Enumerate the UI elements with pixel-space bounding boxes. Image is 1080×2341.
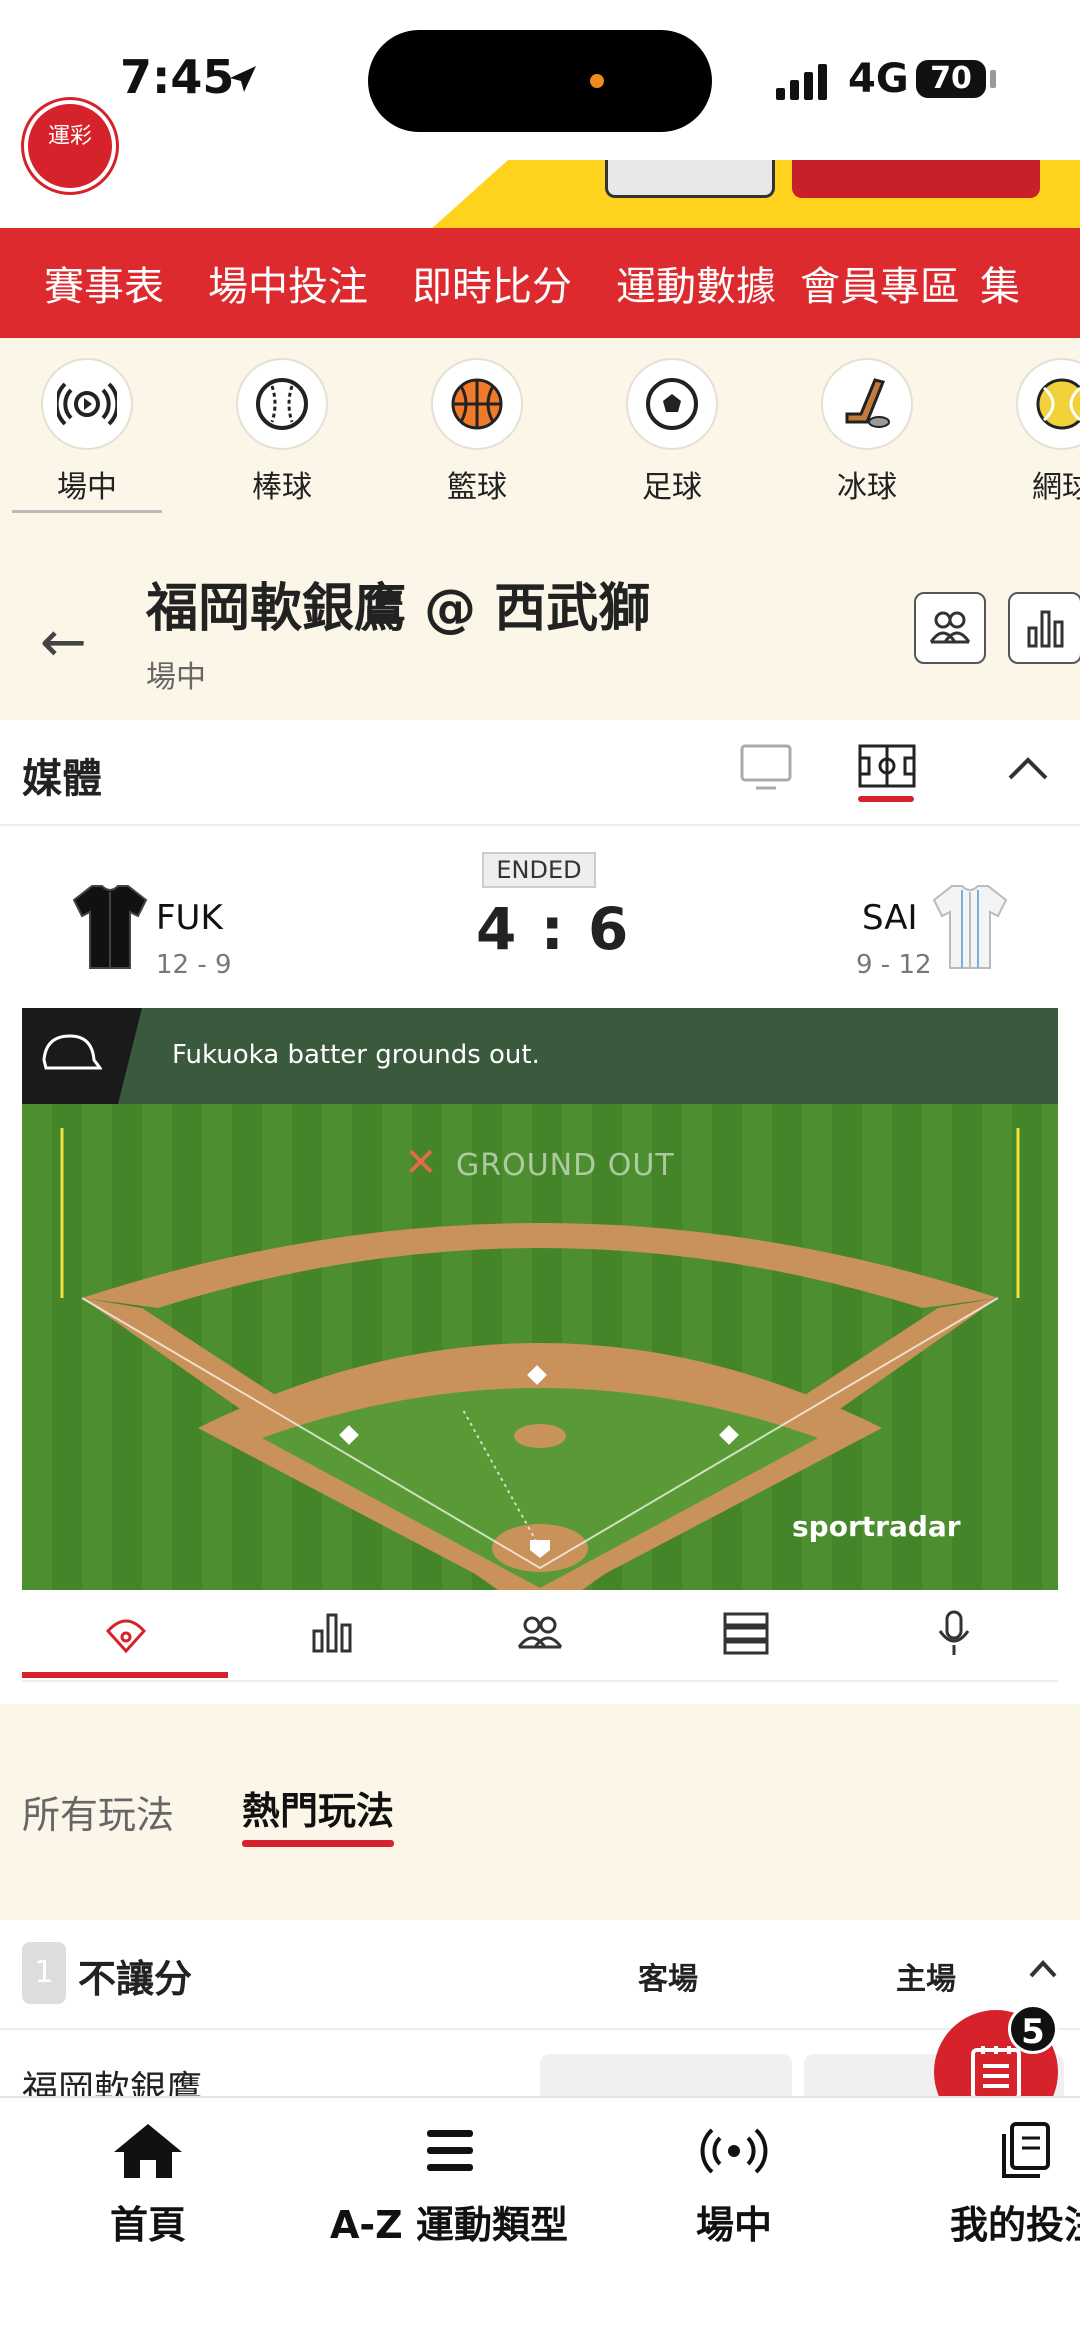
battery-cap bbox=[990, 70, 996, 88]
home-team-record: 12 - 9 bbox=[156, 950, 232, 980]
live-icon bbox=[57, 382, 117, 426]
dynamic-island bbox=[368, 30, 712, 132]
location-arrow-icon bbox=[230, 66, 256, 92]
market-title: 不讓分 bbox=[78, 1957, 193, 2001]
soccer-icon bbox=[646, 378, 698, 430]
provider-logo: sportradar bbox=[792, 1510, 961, 1543]
field-view-icon[interactable] bbox=[858, 744, 916, 790]
signal-icon bbox=[776, 64, 827, 100]
batting-helmet-icon bbox=[42, 1034, 102, 1070]
status-time: 7:45 bbox=[120, 50, 235, 104]
nav-item-stats[interactable]: 運動數據 bbox=[616, 254, 776, 312]
nav-item-schedule[interactable]: 賽事表 bbox=[44, 254, 164, 312]
sport-tab-basketball[interactable]: 籃球 bbox=[412, 358, 542, 506]
betslip-icon bbox=[971, 2046, 1021, 2100]
event-text: Fukuoka batter grounds out. bbox=[172, 1040, 540, 1070]
nav-item-live-betting[interactable]: 場中投注 bbox=[208, 254, 368, 312]
tab-lineups[interactable] bbox=[510, 1608, 570, 1658]
sport-tab-tennis[interactable]: 網球 bbox=[997, 358, 1080, 506]
hockey-icon bbox=[845, 378, 890, 428]
chevron-up-icon[interactable] bbox=[1006, 754, 1050, 784]
away-team-abbr: SAI bbox=[862, 898, 918, 938]
tab-list[interactable] bbox=[716, 1608, 776, 1658]
out-x-icon: ✕ bbox=[404, 1140, 438, 1186]
home-icon bbox=[114, 2124, 182, 2178]
bottom-nav-home[interactable]: 首頁 bbox=[110, 2120, 186, 2249]
tab-stats[interactable] bbox=[302, 1608, 362, 1658]
away-score: 6 bbox=[587, 895, 631, 963]
bottom-nav-live[interactable]: 場中 bbox=[696, 2120, 772, 2249]
sport-tab-baseball[interactable]: 棒球 bbox=[217, 358, 347, 506]
register-button[interactable] bbox=[792, 160, 1040, 198]
match-state-badge: ENDED bbox=[482, 852, 596, 888]
back-arrow-icon[interactable]: ← bbox=[40, 610, 87, 675]
microphone-icon bbox=[938, 1610, 970, 1655]
people-icon bbox=[517, 1616, 563, 1649]
bottom-nav-label: 場中 bbox=[696, 2203, 773, 2247]
brand-logo[interactable]: 運彩 bbox=[24, 100, 116, 192]
nav-item-more[interactable]: 集 bbox=[980, 254, 1020, 312]
bets-icon bbox=[1002, 2122, 1050, 2178]
chevron-up-icon[interactable] bbox=[1028, 1958, 1058, 1980]
betslip-count: 5 bbox=[1008, 2004, 1058, 2054]
bottom-nav-label: 我的投注 bbox=[950, 2203, 1080, 2247]
lineup-button[interactable] bbox=[914, 592, 986, 664]
bottom-nav-my-bets[interactable]: 我的投注 bbox=[950, 2120, 1080, 2249]
media-label: 媒體 bbox=[22, 756, 102, 802]
people-icon bbox=[929, 611, 971, 644]
camera-indicator bbox=[590, 74, 604, 88]
away-team-record: 9 - 12 bbox=[856, 950, 932, 980]
bottom-nav-label: 首頁 bbox=[110, 2203, 187, 2247]
bar-chart-icon bbox=[312, 1613, 352, 1653]
tab-field[interactable] bbox=[96, 1608, 156, 1658]
tennis-icon bbox=[1036, 378, 1080, 430]
sport-tab-label: 棒球 bbox=[252, 470, 312, 505]
home-score: 4 bbox=[476, 895, 519, 963]
stats-button[interactable] bbox=[1008, 592, 1080, 664]
bottom-nav-sports-az[interactable]: A-Z 運動類型 bbox=[330, 2120, 568, 2249]
battery-icon: 70 bbox=[916, 60, 986, 98]
match-title: 福岡軟銀鷹 @ 西武獅 bbox=[146, 579, 651, 639]
home-jersey-icon bbox=[72, 885, 148, 969]
media-bar bbox=[0, 722, 1080, 826]
sport-tab-indicator bbox=[12, 510, 162, 513]
market-tab-indicator bbox=[242, 1840, 394, 1847]
main-nav: 賽事表 場中投注 即時比分 運動數據 會員專區 集 bbox=[0, 228, 1080, 338]
column-away: 客場 bbox=[638, 1962, 698, 1997]
list-icon bbox=[723, 1612, 769, 1655]
home-team-abbr: FUK bbox=[156, 898, 223, 938]
sport-tab-label: 冰球 bbox=[837, 470, 897, 505]
tab-commentary[interactable] bbox=[924, 1608, 984, 1658]
media-active-indicator bbox=[858, 796, 914, 802]
tab-all-markets[interactable]: 所有玩法 bbox=[22, 1784, 174, 1839]
live-icon bbox=[700, 2128, 768, 2174]
sport-tab-label: 場中 bbox=[57, 470, 117, 505]
sport-tab-hockey[interactable]: 冰球 bbox=[802, 358, 932, 506]
sport-tab-live[interactable]: 場中 bbox=[22, 358, 152, 506]
bottom-nav-label: A-Z 運動類型 bbox=[330, 2203, 568, 2247]
play-overlay: GROUND OUT bbox=[456, 1148, 675, 1183]
tv-icon[interactable] bbox=[740, 744, 792, 792]
nav-item-live-score[interactable]: 即時比分 bbox=[412, 254, 572, 312]
network-type: 4G bbox=[848, 56, 909, 102]
score-separator: : bbox=[540, 895, 566, 963]
basketball-icon bbox=[451, 378, 503, 430]
login-button[interactable] bbox=[605, 160, 775, 198]
menu-icon bbox=[426, 2130, 473, 2171]
tracker-tab-indicator bbox=[22, 1672, 228, 1678]
sport-tab-label: 籃球 bbox=[447, 470, 507, 505]
sport-tab-soccer[interactable]: 足球 bbox=[607, 358, 737, 506]
sport-tab-label: 網球 bbox=[1032, 470, 1080, 505]
market-number: 1 bbox=[22, 1942, 66, 2004]
column-home: 主場 bbox=[896, 1962, 956, 1997]
sport-tab-label: 足球 bbox=[642, 470, 702, 505]
bar-chart-icon bbox=[1027, 610, 1064, 648]
match-status: 場中 bbox=[146, 660, 206, 695]
baseball-icon bbox=[256, 378, 308, 430]
diamond-icon bbox=[105, 1619, 147, 1654]
away-jersey-icon bbox=[932, 885, 1008, 969]
score: 4 : 6 bbox=[476, 895, 630, 963]
nav-item-member[interactable]: 會員專區 bbox=[800, 254, 960, 312]
tab-popular-markets[interactable]: 熱門玩法 bbox=[242, 1780, 394, 1835]
